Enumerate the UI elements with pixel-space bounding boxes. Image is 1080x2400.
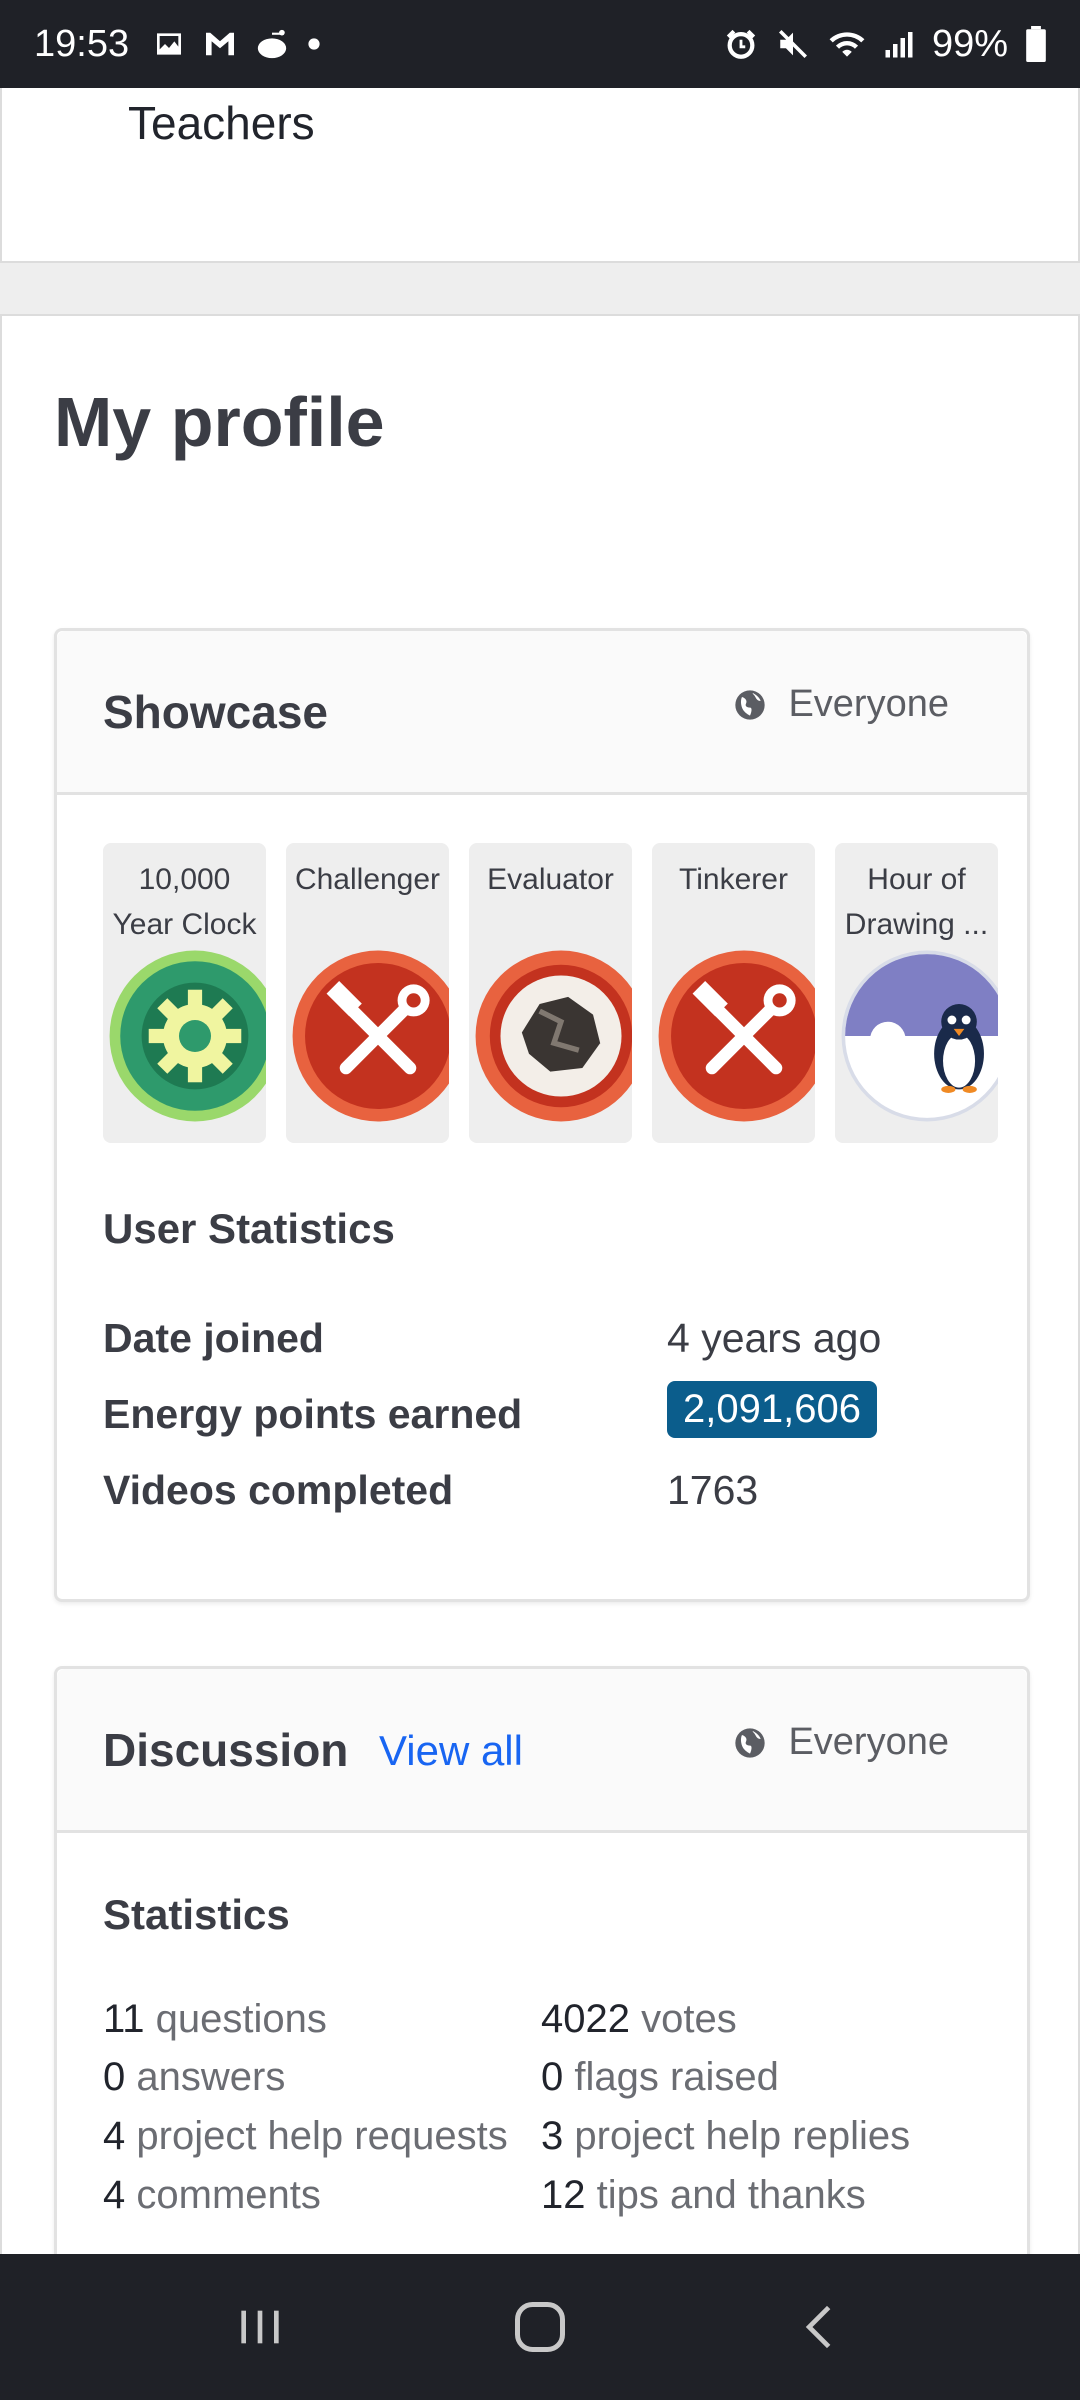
badge-list: 10,000 Year Clock Challenger Evaluator T… [103, 843, 998, 1143]
stat-row-videos-completed: Videos completed 1763 [103, 1467, 983, 1527]
discussion-visibility-label: Everyone [788, 1721, 949, 1763]
recents-icon[interactable] [220, 2287, 300, 2367]
teachers-card: Teachers [0, 88, 1080, 263]
showcase-visibility[interactable]: Everyone [734, 683, 949, 726]
teachers-label[interactable]: Teachers [128, 96, 315, 150]
stat-tips-and-thanks: 12 tips and thanks [541, 2173, 866, 2218]
battery-percent: 99% [931, 22, 1008, 65]
showcase-title: Showcase [103, 686, 328, 738]
page-title: My profile [54, 383, 385, 461]
badge-label: Challenger [294, 863, 441, 896]
stat-label: questions [155, 1997, 327, 2041]
tools-badge-icon [658, 950, 815, 1122]
stat-count: 3 [541, 2114, 564, 2158]
stat-flags-raised: 0 flags raised [541, 2055, 779, 2100]
discussion-card: Discussion View all Everyone Statistics … [54, 1666, 1030, 2254]
badge-hour-of-drawing[interactable]: Hour of Drawing ... [835, 843, 998, 1143]
view-all-link[interactable]: View all [379, 1727, 523, 1775]
reddit-icon [255, 24, 289, 64]
stat-count: 4022 [541, 1997, 630, 2041]
discussion-statistics-title: Statistics [103, 1891, 290, 1938]
stat-value: 1763 [667, 1467, 759, 1513]
dot-icon [307, 24, 321, 64]
badge-label: Tinkerer [679, 863, 788, 896]
stat-count: 0 [103, 2055, 126, 2099]
stat-count: 11 [103, 1997, 145, 2041]
stat-label: votes [641, 1997, 737, 2041]
gear-badge-icon [109, 950, 266, 1122]
badge-label: 10,000 Year Clock [112, 863, 257, 941]
mute-icon [776, 24, 810, 64]
stat-comments: 4 comments [103, 2173, 321, 2218]
home-icon[interactable] [500, 2287, 580, 2367]
gallery-icon [153, 24, 185, 64]
stat-count: 12 [541, 2173, 586, 2217]
stat-label: tips and thanks [596, 2173, 866, 2217]
status-time: 19:53 [34, 22, 130, 65]
badge-label: Evaluator [487, 863, 614, 896]
user-statistics-title: User Statistics [103, 1205, 395, 1252]
stat-count: 4 [103, 2173, 126, 2217]
showcase-visibility-label: Everyone [788, 683, 949, 725]
stat-key: Energy points earned [103, 1391, 523, 1437]
showcase-header: Showcase Everyone [57, 631, 1027, 795]
showcase-card: Showcase Everyone 10,000 Year Clock Chal… [54, 628, 1030, 1602]
stat-row-date-joined: Date joined 4 years ago [103, 1315, 983, 1375]
stat-label: answers [136, 2055, 286, 2099]
badge-tinkerer[interactable]: Tinkerer [652, 843, 815, 1143]
discussion-visibility[interactable]: Everyone [734, 1721, 949, 1764]
penguin-badge-icon [841, 950, 998, 1122]
stat-label: project help replies [574, 2114, 911, 2158]
badge-challenger[interactable]: Challenger [286, 843, 449, 1143]
stat-project-help-requests: 4 project help requests [103, 2114, 508, 2159]
signal-icon [884, 24, 914, 64]
profile-panel: My profile Showcase Everyone 10,000 Year… [0, 314, 1080, 2254]
discussion-header: Discussion View all Everyone [57, 1669, 1027, 1833]
stat-project-help-replies: 3 project help replies [541, 2114, 910, 2159]
navigation-bar [0, 2254, 1080, 2400]
stat-label: project help requests [136, 2114, 508, 2158]
energy-points-badge: 2,091,606 [667, 1381, 877, 1438]
stat-label: comments [136, 2173, 321, 2217]
status-bar: 19:53 99% [0, 0, 1080, 88]
globe-icon [734, 1727, 766, 1759]
rock-badge-icon [475, 950, 632, 1122]
stat-key: Videos completed [103, 1467, 454, 1513]
stat-count: 0 [541, 2055, 564, 2099]
stat-value: 4 years ago [667, 1315, 882, 1361]
tools-badge-icon [292, 950, 449, 1122]
stat-label: flags raised [574, 2055, 779, 2099]
badge-10000-year-clock[interactable]: 10,000 Year Clock [103, 843, 266, 1143]
back-icon[interactable] [780, 2287, 860, 2367]
discussion-title: Discussion [103, 1724, 349, 1776]
gmail-icon [203, 24, 237, 64]
alarm-icon [724, 24, 758, 64]
page-content: Teachers My profile Showcase Everyone 10… [0, 88, 1080, 2254]
stat-votes: 4022 votes [541, 1997, 737, 2042]
stat-row-energy-points: Energy points earned 2,091,606 [103, 1381, 983, 1451]
status-left: 19:53 [34, 23, 321, 66]
stat-questions: 11 questions [103, 1997, 327, 2042]
stat-count: 4 [103, 2114, 126, 2158]
stat-key: Date joined [103, 1315, 324, 1361]
wifi-icon [828, 24, 866, 64]
badge-label: Hour of Drawing ... [844, 863, 989, 941]
battery-icon [1026, 24, 1046, 64]
globe-icon [734, 689, 766, 721]
badge-evaluator[interactable]: Evaluator [469, 843, 632, 1143]
stat-answers: 0 answers [103, 2055, 285, 2100]
status-right: 99% [724, 23, 1046, 66]
